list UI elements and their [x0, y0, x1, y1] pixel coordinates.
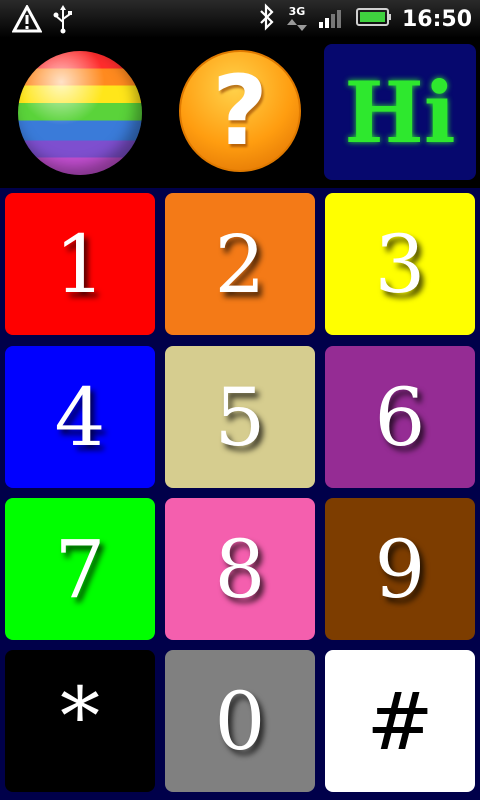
key-label: * [60, 670, 100, 763]
signal-icon [318, 5, 346, 33]
key-label: 2 [214, 217, 266, 311]
key-label: 6 [374, 370, 426, 464]
key-9[interactable]: 9 [325, 498, 475, 640]
key-1[interactable]: 1 [5, 193, 155, 335]
key-7[interactable]: 7 [5, 498, 155, 640]
key-0[interactable]: 0 [165, 650, 315, 792]
rainbow-ball-button[interactable] [18, 51, 142, 175]
help-button[interactable]: ? [179, 50, 301, 172]
top-row: ? Hi [0, 38, 480, 188]
key-2[interactable]: 2 [165, 193, 315, 335]
keypad: 1 2 3 4 5 6 7 8 9 * 0 # [0, 188, 480, 800]
key-label: 1 [54, 217, 106, 311]
key-hash[interactable]: # [325, 650, 475, 792]
status-bar: 3G 16:50 [0, 0, 480, 38]
battery-icon [355, 7, 392, 31]
status-clock: 16:50 [401, 6, 472, 32]
key-3[interactable]: 3 [325, 193, 475, 335]
network-type-label: 3G [288, 5, 306, 18]
key-6[interactable]: 6 [325, 346, 475, 488]
key-star[interactable]: * [5, 650, 155, 792]
key-4[interactable]: 4 [5, 346, 155, 488]
warning-icon [11, 3, 43, 37]
key-label: 5 [214, 370, 266, 464]
key-8[interactable]: 8 [165, 498, 315, 640]
hi-label: Hi [344, 62, 456, 162]
help-label: ? [212, 55, 268, 167]
hi-button[interactable]: Hi [324, 44, 476, 180]
status-bar-left [11, 3, 74, 38]
bluetooth-icon [258, 3, 276, 35]
network-type-indicator: 3G [286, 6, 308, 32]
key-label: 8 [214, 522, 266, 616]
data-arrows-icon [286, 19, 307, 31]
key-label: 3 [374, 217, 426, 311]
key-5[interactable]: 5 [165, 346, 315, 488]
status-bar-right: 3G 16:50 [258, 3, 472, 35]
key-label: 7 [54, 522, 106, 616]
key-label: 0 [214, 674, 266, 768]
usb-icon [52, 4, 74, 38]
key-label: 9 [374, 522, 426, 616]
key-label: 4 [54, 370, 106, 464]
key-label: # [366, 674, 434, 768]
